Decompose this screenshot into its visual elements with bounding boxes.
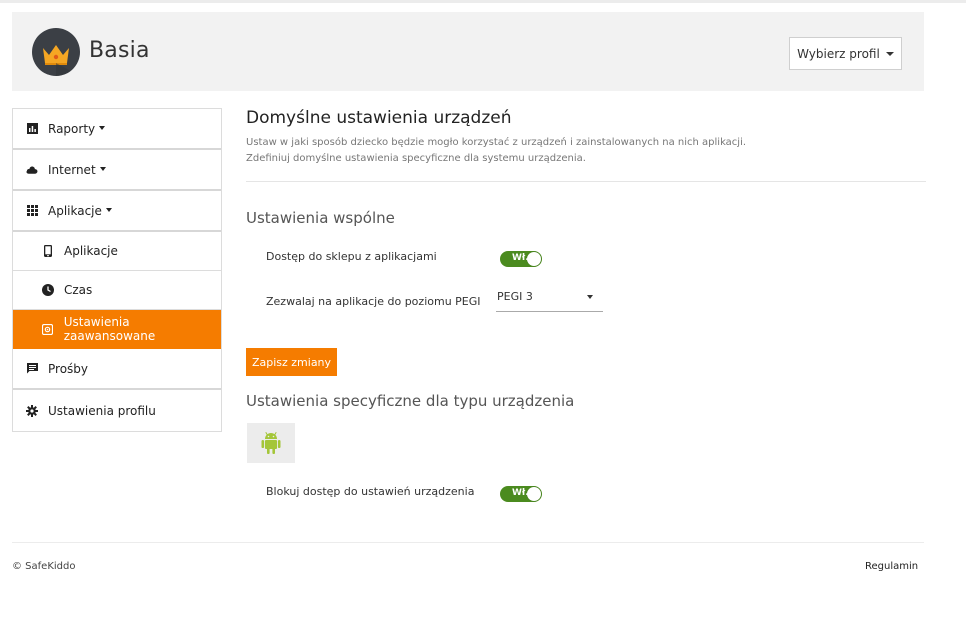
copyright: © SafeKiddo	[12, 561, 76, 572]
profile-name: Basia	[89, 38, 150, 63]
sidebar-item-label: Aplikacje	[64, 244, 118, 258]
description-line-1: Ustaw w jaki sposób dziecko będzie mogło…	[246, 137, 747, 148]
terms-link[interactable]: Regulamin	[865, 561, 918, 572]
sidebar-item-profile-settings[interactable]: Ustawienia profilu	[13, 390, 221, 431]
clock-icon	[42, 284, 54, 296]
sidebar-subitem-time[interactable]: Czas	[13, 271, 221, 310]
select-profile-label: Wybierz profil	[797, 46, 880, 61]
top-border	[0, 0, 966, 3]
smartphone-icon	[42, 245, 54, 257]
device-type-android-tab[interactable]	[247, 423, 295, 463]
sidebar-subitem-advanced-settings[interactable]: Ustawienia zaawansowane	[13, 310, 221, 349]
grid-icon	[26, 205, 38, 217]
footer-divider	[12, 542, 924, 543]
toggle-knob	[527, 252, 541, 266]
avatar[interactable]	[32, 28, 80, 76]
pegi-label: Zezwalaj na aplikacje do poziomu PEGI	[266, 295, 481, 308]
message-icon	[26, 363, 38, 375]
select-profile-button[interactable]: Wybierz profil	[789, 37, 902, 70]
sidebar-item-label: Czas	[64, 283, 93, 297]
caret-down-icon	[885, 51, 894, 56]
store-access-toggle[interactable]: Wł.	[500, 251, 542, 267]
sidebar-item-apps[interactable]: Aplikacje	[13, 191, 221, 232]
block-settings-toggle[interactable]: Wł.	[500, 486, 542, 502]
profile-header: Basia Wybierz profil	[12, 12, 924, 91]
sidebar-item-internet[interactable]: Internet	[13, 150, 221, 191]
sidebar: Raporty Internet Aplikacje Aplikacje Cza…	[12, 108, 222, 432]
section-divider	[246, 181, 926, 182]
device-settings-title: Ustawienia specyficzne dla typu urządzen…	[246, 392, 575, 410]
gear-icon	[26, 404, 38, 417]
caret-down-icon	[99, 125, 106, 130]
save-changes-button[interactable]: Zapisz zmiany	[246, 348, 337, 376]
sidebar-item-label: Prośby	[48, 361, 89, 376]
store-access-label: Dostęp do sklepu z aplikacjami	[266, 250, 437, 263]
sidebar-item-label: Raporty	[48, 121, 96, 136]
pegi-select-value: PEGI 3	[497, 290, 533, 303]
caret-down-icon	[587, 295, 593, 299]
bar-chart-icon	[26, 123, 38, 135]
sidebar-item-label: Aplikacje	[48, 203, 102, 218]
common-settings-title: Ustawienia wspólne	[246, 209, 395, 227]
block-settings-label: Blokuj dostęp do ustawień urządzenia	[266, 485, 475, 498]
caret-down-icon	[105, 207, 112, 212]
caret-down-icon	[99, 166, 106, 171]
sidebar-subitem-apps[interactable]: Aplikacje	[13, 232, 221, 271]
android-icon	[261, 431, 281, 454]
sidebar-item-reports[interactable]: Raporty	[13, 109, 221, 150]
settings-chip-icon	[42, 323, 54, 335]
toggle-knob	[527, 487, 541, 501]
page-description: Ustaw w jaki sposób dziecko będzie mogło…	[246, 135, 746, 167]
sidebar-item-label: Internet	[48, 162, 96, 177]
sidebar-item-requests[interactable]: Prośby	[13, 349, 221, 390]
pegi-select[interactable]: PEGI 3	[496, 288, 603, 312]
description-line-2: Zdefiniuj domyślne ustawienia specyficzn…	[246, 153, 586, 164]
crown-icon	[43, 45, 80, 76]
page-title: Domyślne ustawienia urządzeń	[246, 108, 512, 128]
cloud-icon	[26, 164, 38, 176]
sidebar-item-label: Ustawienia profilu	[48, 403, 156, 418]
sidebar-item-label: Ustawienia zaawansowane	[63, 315, 156, 343]
